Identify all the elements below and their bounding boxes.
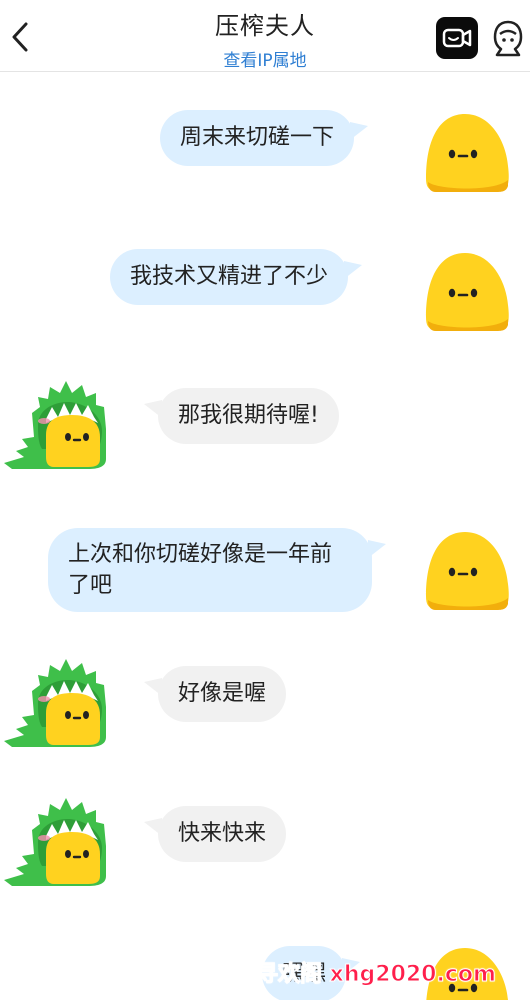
message-text: 那我很期待喔!	[178, 403, 319, 428]
yellow-blob-avatar-icon	[426, 114, 509, 192]
dinosaur-costume-avatar-icon	[4, 659, 106, 747]
message-bubble-incoming[interactable]: 那我很期待喔!	[144, 388, 339, 444]
message-text: 快来快来	[178, 821, 267, 846]
yellow-blob-avatar-icon	[426, 253, 509, 331]
profile-button[interactable]	[488, 16, 528, 60]
message-text: 我技术又精进了不少	[130, 264, 329, 289]
watermark-text: 寻欢阁 xhg2020.com	[256, 962, 497, 988]
chat-header: 压榨夫人 查看IP属地	[0, 0, 530, 72]
contact-avatar[interactable]	[2, 651, 106, 751]
message-text: 上次和你切磋好像是一年前了吧	[68, 542, 333, 598]
contact-avatar[interactable]	[2, 373, 106, 473]
my-avatar[interactable]	[418, 245, 518, 345]
dinosaur-costume-avatar-icon	[4, 798, 106, 886]
video-call-icon	[442, 28, 472, 48]
message-bubble-incoming[interactable]: 快来快来	[144, 806, 287, 862]
my-avatar[interactable]	[418, 106, 518, 206]
message-bubble-outgoing[interactable]: 我技术又精进了不少	[110, 249, 363, 305]
video-call-button[interactable]	[436, 17, 478, 59]
message-bubble-outgoing[interactable]: 周末来切磋一下	[160, 110, 369, 166]
dinosaur-costume-avatar-icon	[4, 381, 106, 469]
contact-avatar[interactable]	[2, 790, 106, 890]
message-bubble-outgoing[interactable]: 上次和你切磋好像是一年前了吧	[48, 528, 386, 612]
message-bubble-incoming[interactable]: 好像是喔	[144, 666, 287, 722]
my-avatar[interactable]	[418, 524, 518, 624]
yellow-blob-avatar-icon	[426, 532, 509, 610]
message-text: 好像是喔	[178, 681, 267, 706]
message-text: 周末来切磋一下	[180, 125, 335, 150]
user-profile-icon	[493, 20, 523, 57]
